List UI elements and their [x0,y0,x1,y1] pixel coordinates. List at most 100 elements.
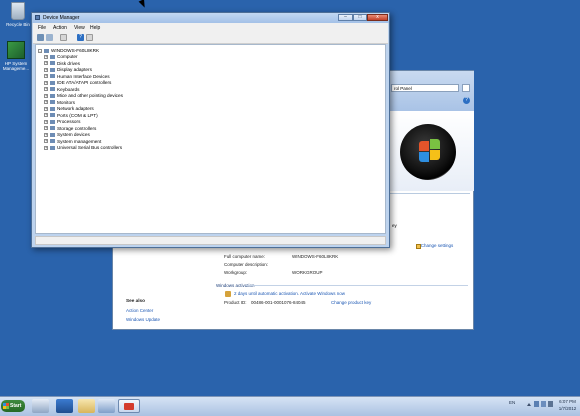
menu-help[interactable]: Help [90,25,100,31]
device-manager-taskbar-button[interactable] [118,399,140,413]
address-bar[interactable]: rol Panel [391,84,459,92]
expand-icon[interactable]: + [44,113,48,118]
expand-icon[interactable]: + [44,61,48,66]
expand-icon[interactable]: + [44,139,48,144]
desktop-icon-hp-system-management[interactable]: HP System Manageme... [1,41,31,71]
menu-bar: File Action View Help [33,23,388,32]
expand-icon[interactable]: + [44,100,48,105]
device-category-icon [50,139,55,144]
recycle-bin-icon [11,2,25,20]
action-center-link[interactable]: Action Center [126,308,153,313]
show-hidden-icons-icon[interactable] [527,403,531,406]
clock-date[interactable]: 1/7/2012 [555,406,580,411]
tree-item[interactable]: + Universal Serial Bus controllers [44,145,122,150]
device-category-icon [50,100,55,105]
menu-action[interactable]: Action [53,25,67,31]
expand-icon[interactable]: + [44,54,48,59]
device-tree[interactable]: - WINDOWS-F60L8KRK + Computer + Disk drives +… [35,44,386,234]
help-icon[interactable]: ? [463,97,470,104]
expand-icon[interactable]: + [44,74,48,79]
close-button[interactable]: x [367,14,388,21]
tree-item[interactable]: + Monitors [44,100,75,105]
device-category-icon [50,113,55,118]
tree-item[interactable]: + Keyboards [44,87,79,92]
menu-view[interactable]: View [74,25,85,31]
start-label: Start [10,403,22,409]
tree-item-label: Human Interface Devices [57,73,110,79]
tree-item-label: Universal Serial Bus controllers [57,145,123,150]
tree-item-label: Processors [57,119,81,124]
tree-item[interactable]: + Ports (COM & LPT) [44,113,98,118]
tree-item[interactable]: + Display adapters [44,67,92,72]
expand-icon[interactable]: + [44,119,48,124]
view-icon[interactable] [86,34,93,41]
powershell-taskbar-button[interactable] [56,399,73,413]
see-also-heading: See also [126,298,146,303]
window-title: Device Manager [43,15,80,21]
windows-update-link[interactable]: Windows Update [126,317,160,322]
device-manager-window[interactable]: Device Manager – □ x File Action View He… [31,12,390,248]
computer-description-label: Computer description: [224,262,269,267]
toolbox-icon [124,403,134,410]
expand-icon[interactable]: + [44,87,48,92]
network-icon[interactable] [541,401,546,407]
change-settings-link[interactable]: Change settings [417,243,454,248]
tree-item-label: Keyboards [57,86,80,92]
key-icon [225,291,231,297]
forward-arrow-icon[interactable] [46,34,53,41]
start-button[interactable]: Start [1,400,25,412]
expand-icon[interactable]: + [44,67,48,72]
divider [246,285,468,286]
collapse-icon[interactable]: - [38,48,42,53]
tree-root[interactable]: - WINDOWS-F60L8KRK [38,48,99,53]
tree-item[interactable]: + Disk drives [44,61,80,66]
desktop-icon-recycle-bin[interactable]: Recycle Bin [3,2,33,27]
clock-time[interactable]: 6:07 PM [555,399,580,404]
activate-windows-link[interactable]: 2 days until automatic activation. Activ… [234,291,345,296]
tree-item[interactable]: + Processors [44,119,80,124]
expand-icon[interactable]: + [44,126,48,131]
volume-icon[interactable] [548,401,553,407]
device-category-icon [50,132,55,137]
workgroup-value: WORKGROUP [292,270,323,275]
expand-icon[interactable]: + [44,145,48,150]
tree-item-label: Storage controllers [57,125,97,131]
menu-file[interactable]: File [38,25,46,31]
change-product-key-link[interactable]: Change product key [331,300,371,305]
title-bar[interactable]: Device Manager – □ x [32,13,389,23]
tree-item[interactable]: + Human Interface Devices [44,74,110,79]
expand-icon[interactable]: + [44,106,48,111]
expand-icon[interactable]: + [44,80,48,85]
device-category-icon [50,93,55,98]
device-manager-icon [35,15,40,20]
device-category-icon [50,119,55,124]
tree-item[interactable]: + System management [44,139,101,144]
maximize-button[interactable]: □ [353,14,367,21]
windows-flag-green [430,139,440,149]
device-category-icon [50,80,55,85]
server-manager-taskbar-button[interactable] [32,399,49,413]
minimize-button[interactable]: – [338,14,353,21]
tree-item[interactable]: + Storage controllers [44,126,96,131]
properties-icon[interactable] [60,34,67,41]
action-center-flag-icon[interactable] [534,401,539,407]
expand-icon[interactable]: + [44,93,48,98]
device-category-icon [50,67,55,72]
product-id-label: Product ID: [224,300,247,305]
status-bar [35,236,386,245]
help-icon[interactable]: ? [77,34,84,41]
remote-desktop-taskbar-button[interactable] [98,399,115,413]
tree-item[interactable]: + Network adapters [44,106,94,111]
full-computer-name-label: Full computer name: [224,254,266,259]
toolbar: ? [33,32,388,44]
tree-item[interactable]: + Computer [44,54,78,59]
tree-item[interactable]: + Mice and other pointing devices [44,93,123,98]
tree-item[interactable]: + IDE ATA/ATAPI controllers [44,80,111,85]
back-arrow-icon[interactable] [37,34,44,41]
product-key-fragment: ey [392,223,397,228]
tree-item[interactable]: + System devices [44,132,90,137]
language-indicator[interactable]: EN [509,400,515,405]
expand-icon[interactable]: + [44,132,48,137]
explorer-taskbar-button[interactable] [78,399,95,413]
search-box[interactable] [462,84,470,92]
